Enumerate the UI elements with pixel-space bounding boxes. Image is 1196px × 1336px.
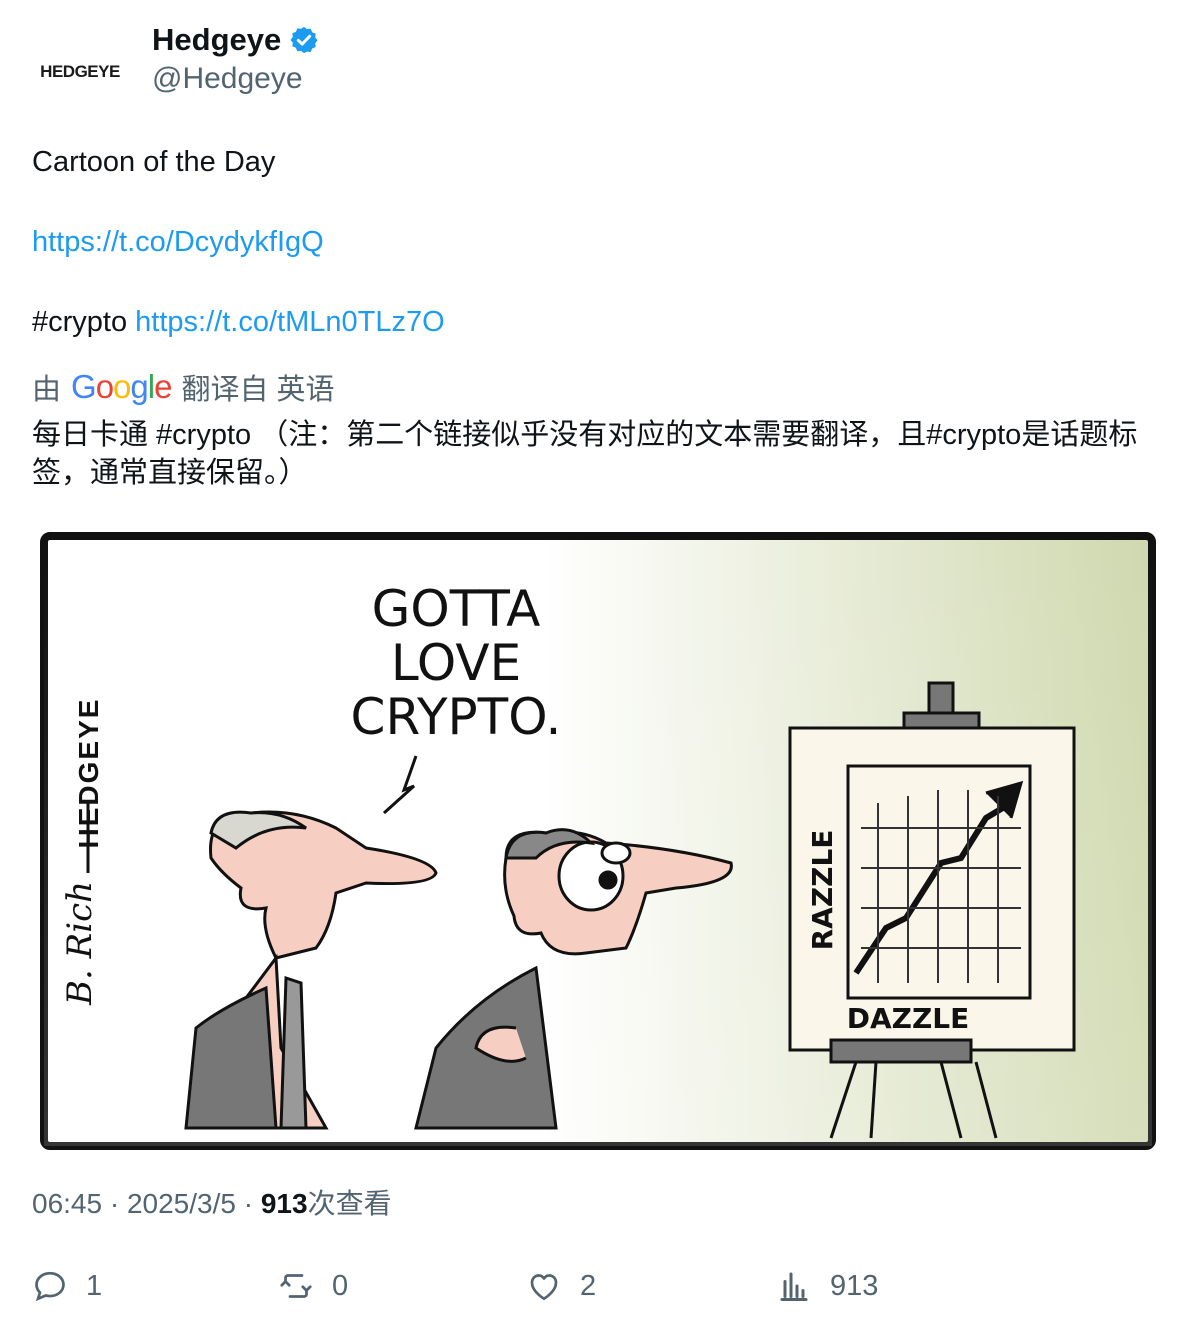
verified-badge-icon xyxy=(290,26,318,54)
google-logo: Google xyxy=(71,368,172,405)
easel-razzle-label: RAZZLE xyxy=(806,830,839,951)
tweet-link-1[interactable]: https://t.co/DcydykfIgQ xyxy=(32,222,324,262)
retweet-button[interactable]: 0 xyxy=(278,1268,348,1304)
heart-icon xyxy=(530,1274,558,1301)
easel-dazzle-label: DAZZLE xyxy=(847,1002,970,1035)
tweet-hashtag-line: #crypto https://t.co/tMLn0TLz7O xyxy=(32,302,445,342)
author-handle[interactable]: @Hedgeye xyxy=(152,62,303,96)
reply-icon xyxy=(35,1271,65,1302)
translation-prefix: 由 xyxy=(32,374,62,406)
speech-line-2: LOVE xyxy=(391,634,521,692)
speech-line-3: CRYPTO. xyxy=(351,688,562,746)
retweet-count: 0 xyxy=(332,1269,349,1302)
cartoon-artist-signature: B. Rich xyxy=(60,881,100,1006)
retweet-icon xyxy=(280,1274,312,1298)
reply-count: 1 xyxy=(86,1269,103,1302)
views-count: 913 xyxy=(830,1269,879,1302)
avatar[interactable]: HEDGEYE xyxy=(30,30,130,114)
author-name-text[interactable]: Hedgeye xyxy=(152,22,281,58)
tweet-views-count: 913 xyxy=(260,1188,308,1219)
translation-suffix: 翻译自 英语 xyxy=(181,374,335,406)
translation-attribution: 由 Google 翻译自 英语 xyxy=(32,366,335,408)
like-button[interactable]: 2 xyxy=(526,1268,596,1304)
tweet-date[interactable]: 2025/3/5 xyxy=(127,1188,236,1219)
like-count: 2 xyxy=(580,1269,597,1302)
views-button[interactable]: 913 xyxy=(776,1268,878,1304)
views-chart-icon xyxy=(780,1272,808,1301)
tweet-time[interactable]: 06:45 xyxy=(32,1188,102,1219)
tweet-media-image[interactable]: HEDGEYE B. Rich GOTTA LOVE CRYPTO. RAZZL… xyxy=(36,528,1160,1154)
speech-line-1: GOTTA xyxy=(372,580,541,638)
tweet-link-2[interactable]: https://t.co/tMLn0TLz7O xyxy=(135,306,444,338)
tweet-meta: 06:45 · 2025/3/5 · 913次查看 xyxy=(32,1188,392,1219)
tweet-text-line: Cartoon of the Day xyxy=(32,146,276,178)
reply-button[interactable]: 1 xyxy=(32,1268,102,1304)
cartoon-illustration: HEDGEYE B. Rich GOTTA LOVE CRYPTO. RAZZL… xyxy=(40,532,1156,1150)
hashtag-crypto[interactable]: #crypto xyxy=(32,306,127,338)
avatar-logo-text: HEDGEYE xyxy=(40,62,120,81)
author-name[interactable]: Hedgeye xyxy=(152,22,319,58)
translated-text: 每日卡通 #crypto （注：第二个链接似乎没有对应的文本需要翻译，且#cry… xyxy=(32,419,1138,489)
tweet-views-label: 次查看 xyxy=(307,1188,392,1219)
